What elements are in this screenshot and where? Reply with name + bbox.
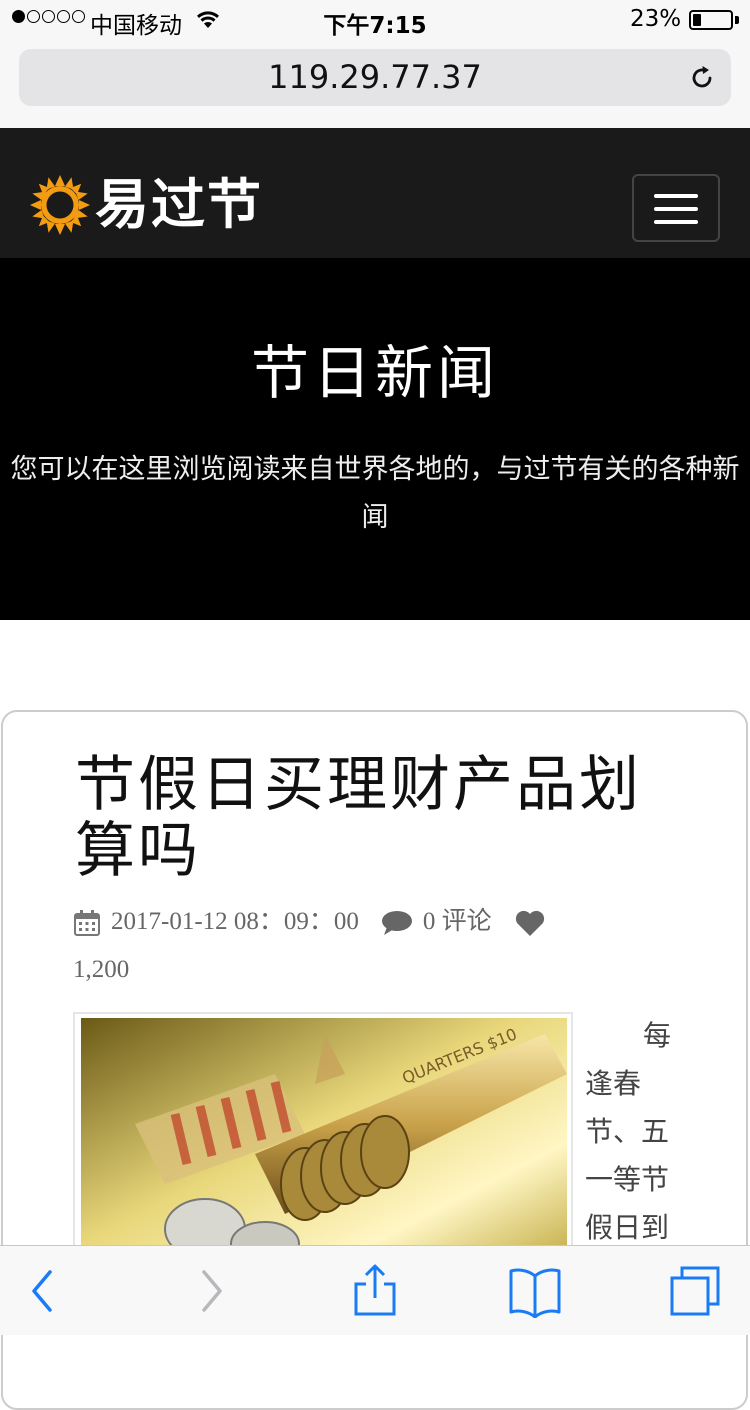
forward-icon[interactable] [184, 1264, 238, 1318]
sun-icon[interactable] [30, 175, 90, 235]
status-bar: 中国移动 下午7:15 23% [0, 0, 750, 40]
reload-icon[interactable] [687, 63, 717, 93]
menu-toggle-button[interactable] [632, 174, 720, 242]
battery-level [693, 14, 701, 26]
url-text[interactable]: 119.29.77.37 [19, 49, 731, 106]
battery-icon [689, 10, 733, 30]
bookmarks-icon[interactable] [508, 1264, 562, 1318]
url-field[interactable]: 119.29.77.37 [19, 49, 731, 106]
article-excerpt: 每逢春节、五一等节假日到 [585, 1019, 672, 1244]
article-date: 2017-01-12 08：09：00 [111, 908, 359, 935]
article-meta: 2017-01-12 08：09：00 0 评论 1,200 [73, 898, 683, 994]
hero-title: 节日新闻 [250, 339, 499, 407]
browser-address-area: 119.29.77.37 [0, 40, 750, 128]
comment-icon[interactable] [381, 909, 413, 937]
calendar-icon [74, 910, 100, 937]
battery-percent: 23% [630, 6, 682, 32]
like-count: 1,200 [73, 956, 130, 983]
browser-toolbar [0, 1245, 750, 1335]
hero-banner: 节日新闻 您可以在这里浏览阅读来自世界各地的，与过节有关的各种新闻 [0, 258, 750, 620]
comment-count[interactable]: 0 评论 [423, 908, 492, 935]
heart-icon[interactable] [514, 909, 546, 937]
article-title[interactable]: 节假日买理财产品划算吗 [75, 752, 695, 884]
coins-image-art: QUARTERS $10 [81, 1018, 567, 1268]
hero-subtitle: 您可以在这里浏览阅读来自世界各地的，与过节有关的各种新闻 [10, 454, 740, 533]
battery-tip [735, 16, 739, 24]
back-icon[interactable] [16, 1264, 70, 1318]
site-navbar: 易过节 [0, 128, 750, 258]
tabs-icon[interactable] [668, 1264, 722, 1318]
site-brand[interactable]: 易过节 [95, 172, 263, 238]
coins-image[interactable]: QUARTERS $10 [73, 1012, 573, 1272]
share-icon[interactable] [348, 1264, 402, 1318]
